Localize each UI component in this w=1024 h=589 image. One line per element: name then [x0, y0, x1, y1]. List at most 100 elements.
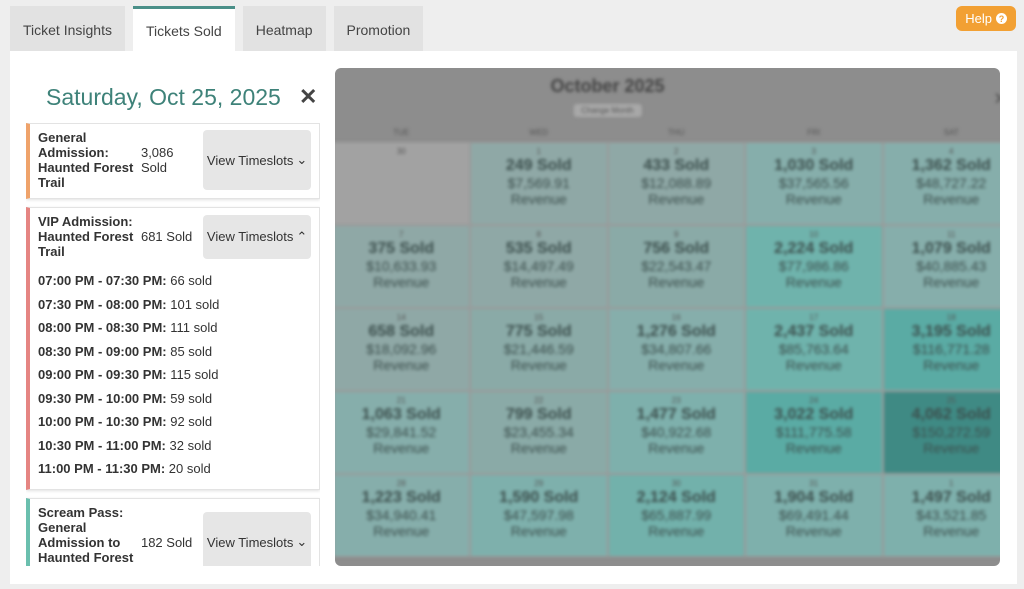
day-day: 3 [811, 147, 816, 156]
day-label: Revenue [510, 191, 567, 207]
timeslot-row: 11:00 PM - 11:30 PM: 20 sold [38, 457, 311, 481]
calendar-day-cell[interactable]: 30 2,124 Sold $65,887.99 Revenue [607, 474, 745, 557]
calendar-day-cell[interactable]: 2 433 Sold $12,088.89 Revenue [607, 142, 745, 225]
day-label: Revenue [923, 191, 980, 207]
calendar-day-cell[interactable]: 28 1,223 Sold $34,940.41 Revenue [335, 474, 470, 557]
day-revenue: $43,521.85 [916, 507, 987, 523]
day-sold: 1,590 Sold [499, 489, 579, 506]
change-month-button[interactable]: Change Month [573, 104, 642, 117]
day-revenue: $18,092.96 [366, 341, 437, 357]
day-label: Revenue [648, 357, 705, 373]
ticket-card-scream-pass: Scream Pass: General Admission to Haunte… [26, 497, 320, 566]
calendar-day-cell[interactable]: 24 3,022 Sold $111,775.58 Revenue [745, 391, 883, 474]
day-label: Revenue [648, 523, 705, 539]
day-label: Revenue [510, 274, 567, 290]
timeslot-time: 10:30 PM - 11:00 PM: [38, 437, 166, 453]
day-revenue: $37,565.56 [778, 175, 849, 191]
day-sold: 1,063 Sold [361, 406, 441, 423]
calendar-day-cell[interactable]: 22 799 Sold $23,455.34 Revenue [470, 391, 608, 474]
timeslot-row: 07:30 PM - 08:00 PM: 101 sold [38, 293, 311, 317]
calendar-day-cell[interactable]: 21 1,063 Sold $29,841.52 Revenue [335, 391, 470, 474]
ticket-sold-count: 681 Sold [140, 229, 193, 244]
weekday-label: THU [668, 128, 685, 137]
calendar-overlay: October 2025 Change Month › SUNTUEWEDTHU… [335, 68, 1000, 566]
day-label: Revenue [373, 523, 430, 539]
calendar-day-cell[interactable]: 18 3,195 Sold $116,771.28 Revenue [882, 308, 1000, 391]
day-label: Revenue [373, 440, 430, 456]
day-label: Revenue [373, 274, 430, 290]
calendar-day-cell[interactable]: 23 1,477 Sold $40,922.68 Revenue [607, 391, 745, 474]
weekday-label: WED [529, 128, 549, 137]
calendar-day-cell[interactable]: 3 1,030 Sold $37,565.56 Revenue [745, 142, 883, 225]
day-sold: 1,904 Sold [774, 489, 854, 506]
day-sold: 3,022 Sold [774, 406, 854, 423]
timeslot-sold: 101 sold [170, 296, 220, 312]
timeslot-row: 09:30 PM - 10:00 PM: 59 sold [38, 387, 311, 411]
calendar-day-cell[interactable]: 9 756 Sold $22,543.47 Revenue [607, 225, 745, 308]
calendar-day-cell[interactable]: 8 535 Sold $14,497.49 Revenue [470, 225, 608, 308]
calendar-day-cell[interactable]: 14 658 Sold $18,092.96 Revenue [335, 308, 470, 391]
day-revenue: $7,569.91 [507, 175, 570, 191]
calendar-day-cell[interactable]: 7 375 Sold $10,633.93 Revenue [335, 225, 470, 308]
calendar-day-cell[interactable]: 29 1,590 Sold $47,597.98 Revenue [470, 474, 608, 557]
day-sold: 775 Sold [505, 323, 572, 340]
view-timeslots-button[interactable]: View Timeslots ⌄ [203, 512, 311, 566]
timeslot-sold: 85 sold [170, 343, 213, 359]
day-revenue: $85,763.64 [778, 341, 849, 357]
day-day: 14 [396, 313, 406, 322]
calendar-day-cell[interactable]: 16 1,276 Sold $34,807.66 Revenue [607, 308, 745, 391]
timeslot-row: 10:30 PM - 11:00 PM: 32 sold [38, 434, 311, 458]
day-sold: 658 Sold [368, 323, 435, 340]
timeslot-list: 07:00 PM - 07:30 PM: 66 sold 07:30 PM - 0… [38, 269, 311, 481]
tab-promotion[interactable]: Promotion [333, 6, 424, 52]
day-sold: 1,079 Sold [911, 240, 991, 257]
calendar-day-cell[interactable]: 11 1,079 Sold $40,885.43 Revenue [882, 225, 1000, 308]
timeslot-sold: 66 sold [170, 273, 213, 288]
tab-tickets-sold[interactable]: Tickets Sold [132, 6, 235, 52]
day-day: 21 [396, 396, 406, 405]
calendar-day-cell[interactable]: 1 1,497 Sold $43,521.85 Revenue [882, 474, 1000, 557]
timeslot-row: 07:00 PM - 07:30 PM: 66 sold [38, 269, 311, 293]
day-day: 17 [809, 313, 819, 322]
calendar-day-cell[interactable]: 1 249 Sold $7,569.91 Revenue [470, 142, 608, 225]
timeslot-time: 09:00 PM - 09:30 PM: [38, 367, 167, 382]
calendar-day-cell[interactable]: 15 775 Sold $21,446.59 Revenue [470, 308, 608, 391]
timeslot-time: 10:00 PM - 10:30 PM: [38, 414, 167, 429]
ticket-card-general-admission: General Admission: Haunted Forest Trail … [26, 123, 320, 199]
calendar-day-cell[interactable]: 25 4,062 Sold $150,272.59 Revenue [882, 391, 1000, 474]
day-revenue: $22,543.47 [641, 258, 712, 274]
chevron-down-icon: ⌄ [296, 152, 308, 167]
calendar-day-cell[interactable]: 10 2,224 Sold $77,986.86 Revenue [745, 225, 883, 308]
timeslot-time: 08:30 PM - 09:00 PM: [38, 343, 167, 359]
calendar-day-cell[interactable]: 17 2,437 Sold $85,763.64 Revenue [745, 308, 883, 391]
tab-heatmap[interactable]: Heatmap [242, 6, 326, 52]
day-sold: 4,062 Sold [911, 406, 991, 423]
day-day: 2 [674, 147, 679, 156]
tab-ticket-insights[interactable]: Ticket Insights [10, 6, 125, 52]
day-label: Revenue [648, 191, 705, 207]
question-circle-icon: ? [996, 13, 1007, 24]
day-label: Revenue [923, 440, 980, 456]
ticket-name: General Admission: Haunted Forest Trail [38, 130, 134, 190]
day-day: 18 [946, 313, 956, 322]
day-sold: 375 Sold [368, 240, 435, 257]
day-revenue: $48,727.22 [916, 175, 987, 191]
help-button[interactable]: Help ? [956, 6, 1016, 31]
day-day: 16 [671, 313, 681, 322]
calendar-day-cell[interactable]: 31 1,904 Sold $69,491.44 Revenue [745, 474, 883, 557]
day-revenue: $10,633.93 [366, 258, 437, 274]
chevron-right-icon[interactable]: › [995, 84, 1000, 110]
selected-date-title: Saturday, Oct 25, 2025 [46, 84, 281, 110]
day-label: Revenue [923, 523, 980, 539]
close-icon[interactable]: ✕ [299, 84, 317, 110]
day-label: Revenue [785, 274, 842, 290]
calendar-day-cell[interactable]: 30 [335, 142, 470, 225]
day-revenue: $47,597.98 [503, 507, 574, 523]
day-label: Revenue [648, 440, 705, 456]
day-day: 23 [671, 396, 681, 405]
view-timeslots-button[interactable]: View Timeslots ⌄ [203, 130, 311, 190]
view-timeslots-button[interactable]: View Timeslots ⌃ [203, 214, 311, 259]
calendar-day-cell[interactable]: 4 1,362 Sold $48,727.22 Revenue [882, 142, 1000, 225]
weekday-label: SAT [943, 128, 959, 137]
view-timeslots-label: View Timeslots [206, 534, 294, 550]
